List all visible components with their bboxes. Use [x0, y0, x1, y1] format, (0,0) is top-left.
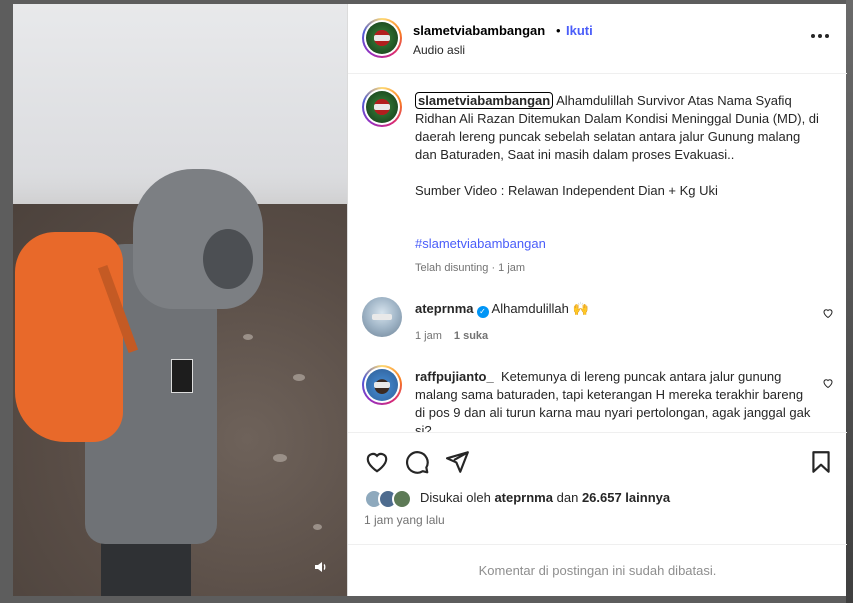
speaker-icon[interactable]: [311, 560, 331, 580]
hiker-tag: [171, 359, 193, 393]
avatar[interactable]: [362, 297, 402, 337]
likes-prefix: Disukai oleh: [420, 490, 491, 505]
heart-icon[interactable]: [364, 449, 390, 475]
bookmark-icon[interactable]: [808, 449, 834, 475]
comments-disabled-notice: Komentar di postingan ini sudah dibatasi…: [348, 544, 847, 596]
like-comment-icon[interactable]: [822, 377, 834, 389]
comment-1-username[interactable]: ateprnma: [415, 301, 474, 316]
avatar[interactable]: [362, 18, 402, 58]
post-timestamp[interactable]: 1 jam yang lalu: [364, 513, 445, 527]
avatar[interactable]: [362, 365, 402, 405]
comment-1-likes[interactable]: 1 suka: [454, 330, 488, 342]
comment-icon[interactable]: [404, 449, 430, 475]
comment-1: ateprnma ✓ Alhamdulillah 🙌: [415, 300, 815, 318]
likes-middle: dan: [556, 490, 579, 505]
likers-avatars[interactable]: [364, 489, 416, 509]
hiker-face: [203, 229, 253, 289]
caption-username[interactable]: slametviabambangan: [415, 92, 554, 109]
comment-1-time: 1 jam: [415, 330, 442, 342]
like-comment-icon[interactable]: [822, 307, 834, 319]
video-rock: [293, 374, 305, 381]
comments-scroll[interactable]: slametviabambangan Alhamdulillah Survivo…: [348, 75, 847, 432]
header-separator: •: [556, 23, 561, 38]
likes-user[interactable]: ateprnma: [494, 490, 553, 505]
post-header: slametviabambangan • Ikuti Audio asli: [348, 4, 847, 74]
comment-2-username[interactable]: raffpujianto_: [415, 369, 494, 384]
comment-1-text: Alhamdulillah 🙌: [491, 301, 589, 316]
video-rock: [273, 454, 287, 462]
verified-badge-icon: ✓: [476, 306, 489, 318]
post-caption: slametviabambangan Alhamdulillah Survivo…: [415, 92, 820, 200]
comment-2: raffpujianto_ Ketemunya di lereng puncak…: [415, 368, 815, 432]
author-username[interactable]: slametviabambangan: [413, 23, 545, 38]
likes-count[interactable]: 26.657 lainnya: [582, 490, 670, 505]
likes-summary[interactable]: Disukai oleh ateprnma dan 26.657 lainnya: [420, 490, 670, 505]
avatar: [392, 489, 412, 509]
caption-edited-time: Telah disunting · 1 jam: [415, 262, 526, 274]
post-actions: Disukai oleh ateprnma dan 26.657 lainnya…: [348, 432, 847, 552]
follow-button[interactable]: Ikuti: [566, 23, 593, 38]
backdrop-strip: [846, 0, 853, 603]
audio-label[interactable]: Audio asli: [413, 43, 465, 57]
avatar[interactable]: [362, 87, 402, 127]
caption-hashtag[interactable]: #slametviabambangan: [415, 236, 546, 251]
caption-source: Sumber Video : Relawan Independent Dian …: [415, 183, 718, 198]
share-icon[interactable]: [444, 449, 470, 475]
post-detail-panel: slametviabambangan • Ikuti Audio asli sl…: [347, 4, 847, 596]
video-rock: [243, 334, 253, 340]
comment-1-meta: 1 jam 1 suka: [415, 330, 488, 342]
post-video[interactable]: [13, 4, 347, 596]
more-options-icon[interactable]: [811, 34, 829, 40]
hiker-backpack: [15, 232, 123, 442]
video-rock: [313, 524, 322, 530]
